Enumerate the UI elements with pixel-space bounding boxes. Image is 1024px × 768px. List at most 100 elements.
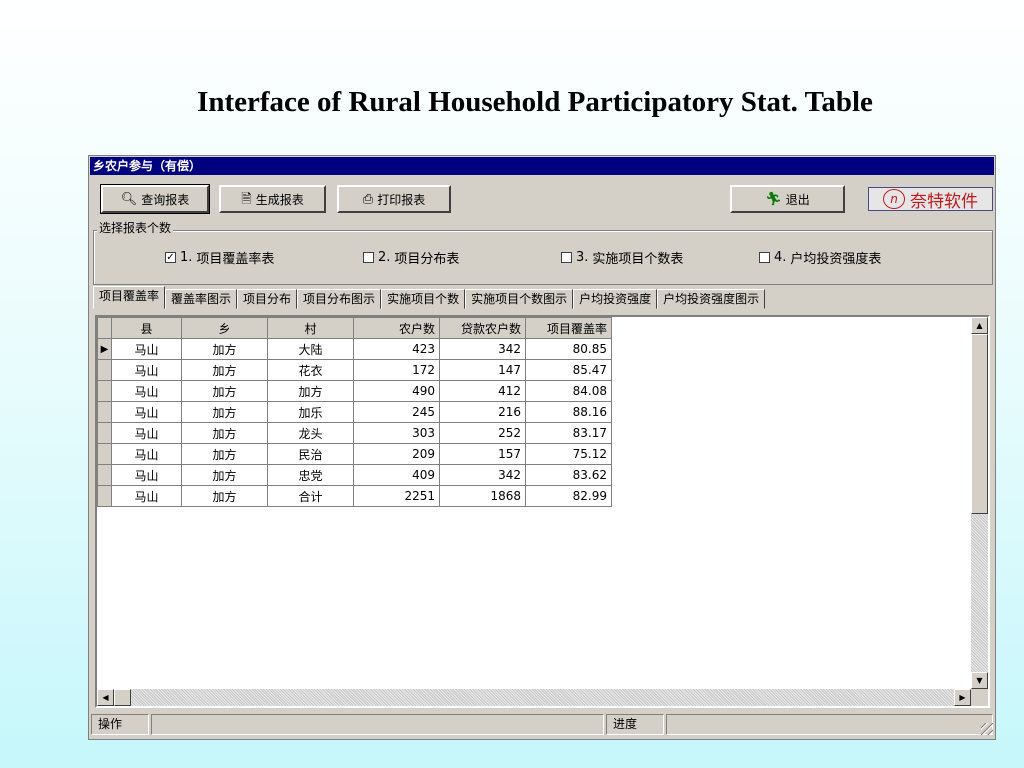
cell-loan-households[interactable]: 216 — [439, 401, 526, 423]
cell-coverage-rate[interactable]: 88.16 — [525, 401, 612, 423]
cell-county[interactable]: 马山 — [111, 359, 182, 381]
checkbox-checked-icon[interactable]: ✓ — [165, 252, 176, 263]
scroll-right-arrow-icon[interactable]: ▶ — [954, 689, 971, 706]
cell-county[interactable]: 马山 — [111, 464, 182, 486]
horizontal-scroll-thumb[interactable] — [114, 689, 131, 706]
checkbox-empty-icon[interactable] — [363, 252, 374, 263]
cell-loan-households[interactable]: 147 — [439, 359, 526, 381]
column-header-village[interactable]: 村 — [267, 317, 354, 339]
checkbox-empty-icon[interactable] — [561, 252, 572, 263]
cell-township[interactable]: 加方 — [181, 401, 268, 423]
current-row-arrow-icon[interactable]: ▶ — [97, 338, 112, 360]
table-row[interactable]: 马山 加方 龙头 303 252 83.17 — [97, 422, 612, 444]
cell-county[interactable]: 马山 — [111, 401, 182, 423]
checkbox-empty-icon[interactable] — [759, 252, 770, 263]
cell-coverage-rate[interactable]: 85.47 — [525, 359, 612, 381]
table-row[interactable]: 马山 加方 合计 2251 1868 82.99 — [97, 485, 612, 507]
cell-coverage-rate[interactable]: 82.99 — [525, 485, 612, 507]
cell-households[interactable]: 423 — [353, 338, 440, 360]
cell-village[interactable]: 大陆 — [267, 338, 354, 360]
row-indicator[interactable] — [97, 422, 112, 444]
row-indicator[interactable] — [97, 359, 112, 381]
cell-village[interactable]: 合计 — [267, 485, 354, 507]
cell-township[interactable]: 加方 — [181, 464, 268, 486]
tab-project-count-chart[interactable]: 实施项目个数图示 — [465, 289, 574, 309]
tab-distribution-chart[interactable]: 项目分布图示 — [297, 289, 382, 309]
cell-county[interactable]: 马山 — [111, 338, 182, 360]
row-indicator[interactable] — [97, 401, 112, 423]
table-row[interactable]: 马山 加方 花衣 172 147 85.47 — [97, 359, 612, 381]
query-button[interactable]: 🔍︎ 查询报表 — [100, 184, 210, 214]
tab-project-count[interactable]: 实施项目个数 — [381, 289, 466, 309]
cell-village[interactable]: 加乐 — [267, 401, 354, 423]
scroll-up-arrow-icon[interactable]: ▲ — [971, 317, 988, 334]
generate-button[interactable]: 🗎︎ 生成报表 — [219, 185, 326, 213]
cell-loan-households[interactable]: 342 — [439, 338, 526, 360]
cell-township[interactable]: 加方 — [181, 359, 268, 381]
cell-village[interactable]: 加方 — [267, 380, 354, 402]
table-row[interactable]: ▶ 马山 加方 大陆 423 342 80.85 — [97, 338, 612, 360]
cell-households[interactable]: 409 — [353, 464, 440, 486]
cell-loan-households[interactable]: 412 — [439, 380, 526, 402]
cell-village[interactable]: 忠党 — [267, 464, 354, 486]
cell-township[interactable]: 加方 — [181, 422, 268, 444]
column-header-township[interactable]: 乡 — [181, 317, 268, 339]
cell-loan-households[interactable]: 1868 — [439, 485, 526, 507]
vertical-scrollbar[interactable]: ▲ ▼ — [971, 317, 988, 689]
data-grid[interactable]: 县 乡 村 农户数 贷款农户数 项目覆盖率 ▶ 马山 加方 大陆 423 342 80.85… — [95, 315, 990, 708]
cell-village[interactable]: 花衣 — [267, 359, 354, 381]
checkbox-option-2[interactable]: 2. 项目分布表 — [363, 248, 459, 267]
cell-village[interactable]: 龙头 — [267, 422, 354, 444]
tab-coverage[interactable]: 项目覆盖率 — [93, 286, 166, 309]
cell-county[interactable]: 马山 — [111, 485, 182, 507]
tab-coverage-chart[interactable]: 覆盖率图示 — [165, 289, 238, 309]
row-indicator[interactable] — [97, 464, 112, 486]
cell-coverage-rate[interactable]: 84.08 — [525, 380, 612, 402]
cell-coverage-rate[interactable]: 83.17 — [525, 422, 612, 444]
cell-county[interactable]: 马山 — [111, 380, 182, 402]
cell-township[interactable]: 加方 — [181, 443, 268, 465]
cell-loan-households[interactable]: 342 — [439, 464, 526, 486]
tab-investment-intensity-chart[interactable]: 户均投资强度图示 — [657, 289, 766, 309]
cell-coverage-rate[interactable]: 80.85 — [525, 338, 612, 360]
scroll-down-arrow-icon[interactable]: ▼ — [971, 672, 988, 689]
cell-households[interactable]: 172 — [353, 359, 440, 381]
cell-loan-households[interactable]: 252 — [439, 422, 526, 444]
cell-households[interactable]: 2251 — [353, 485, 440, 507]
cell-county[interactable]: 马山 — [111, 422, 182, 444]
cell-township[interactable]: 加方 — [181, 380, 268, 402]
table-row[interactable]: 马山 加方 加方 490 412 84.08 — [97, 380, 612, 402]
exit-button[interactable]: 🏃︎ 退出 — [730, 185, 845, 213]
cell-village[interactable]: 民治 — [267, 443, 354, 465]
checkbox-option-4[interactable]: 4. 户均投资强度表 — [759, 248, 881, 267]
print-button[interactable]: ⎙ 打印报表 — [337, 185, 451, 213]
cell-county[interactable]: 马山 — [111, 443, 182, 465]
horizontal-scrollbar[interactable]: ◀ ▶ — [97, 689, 971, 706]
checkbox-option-1[interactable]: ✓ 1. 项目覆盖率表 — [165, 248, 274, 267]
row-indicator[interactable] — [97, 443, 112, 465]
row-indicator[interactable] — [97, 380, 112, 402]
resize-grip-icon[interactable] — [981, 723, 993, 735]
cell-households[interactable]: 209 — [353, 443, 440, 465]
column-header-households[interactable]: 农户数 — [353, 317, 440, 339]
cell-township[interactable]: 加方 — [181, 338, 268, 360]
cell-coverage-rate[interactable]: 83.62 — [525, 464, 612, 486]
cell-households[interactable]: 245 — [353, 401, 440, 423]
tab-investment-intensity[interactable]: 户均投资强度 — [573, 289, 658, 309]
column-header-coverage-rate[interactable]: 项目覆盖率 — [525, 317, 612, 339]
table-row[interactable]: 马山 加方 忠党 409 342 83.62 — [97, 464, 612, 486]
column-header-loan-households[interactable]: 贷款农户数 — [439, 317, 526, 339]
tab-distribution[interactable]: 项目分布 — [237, 289, 298, 309]
vertical-scroll-thumb[interactable] — [971, 334, 988, 514]
cell-households[interactable]: 303 — [353, 422, 440, 444]
cell-households[interactable]: 490 — [353, 380, 440, 402]
scroll-left-arrow-icon[interactable]: ◀ — [97, 689, 114, 706]
checkbox-option-3[interactable]: 3. 实施项目个数表 — [561, 248, 683, 267]
column-header-county[interactable]: 县 — [111, 317, 182, 339]
table-row[interactable]: 马山 加方 加乐 245 216 88.16 — [97, 401, 612, 423]
cell-township[interactable]: 加方 — [181, 485, 268, 507]
cell-coverage-rate[interactable]: 75.12 — [525, 443, 612, 465]
table-row[interactable]: 马山 加方 民治 209 157 75.12 — [97, 443, 612, 465]
row-indicator[interactable] — [97, 485, 112, 507]
cell-loan-households[interactable]: 157 — [439, 443, 526, 465]
